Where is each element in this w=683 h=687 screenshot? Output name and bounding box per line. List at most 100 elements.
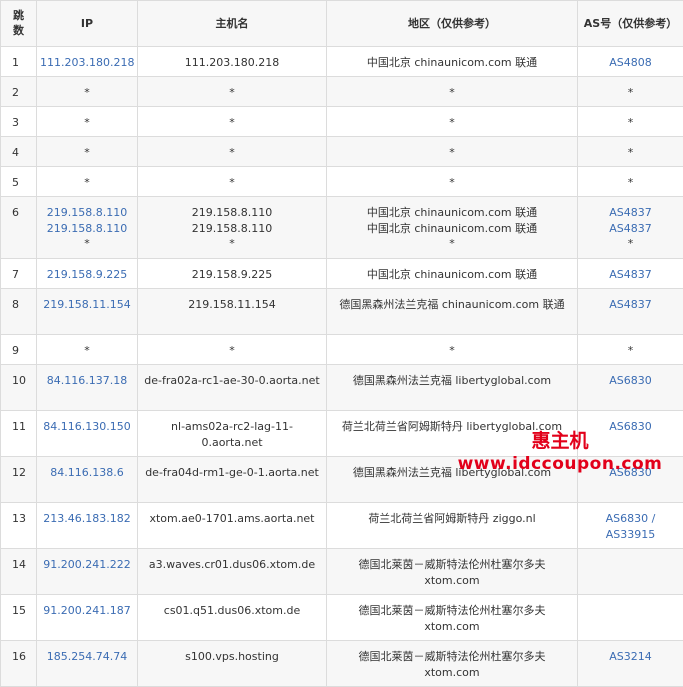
ip-cell: * [37, 107, 138, 137]
hop-number: 1 [12, 56, 19, 69]
hop-number: 5 [12, 176, 19, 189]
as-text: * [581, 85, 680, 101]
traceroute-table: 跳数 IP 主机名 地区（仅供参考） AS号（仅供参考） 1111.203.18… [0, 0, 683, 687]
hostname-cell: 219.158.8.110219.158.8.110* [138, 197, 327, 259]
ip-text: * [40, 115, 134, 131]
region-cell: 荷兰北荷兰省阿姆斯特丹 libertyglobal.com [327, 411, 578, 457]
hostname-cell: 219.158.9.225 [138, 259, 327, 289]
header-region: 地区（仅供参考） [327, 1, 578, 47]
host-text: a3.waves.cr01.dus06.xtom.de [141, 557, 323, 573]
as-cell [578, 595, 683, 641]
hostname-cell: * [138, 137, 327, 167]
ip-link[interactable]: 213.46.183.182 [40, 511, 134, 527]
table-row: 2**** [1, 77, 683, 107]
table-row: 1491.200.241.222 a3.waves.cr01.dus06.xtom… [1, 549, 683, 595]
hostname-cell: nl-ams02a-rc2-lag-11-0.aorta.net [138, 411, 327, 457]
region-text: xtom.com [330, 573, 574, 589]
ip-link[interactable]: 84.116.130.150 [40, 419, 134, 435]
as-link[interactable]: AS4837 [581, 297, 680, 313]
ip-cell: 111.203.180.218 [37, 47, 138, 77]
ip-cell: 219.158.8.110219.158.8.110* [37, 197, 138, 259]
as-link[interactable]: AS4837 [581, 267, 680, 283]
as-cell: * [578, 335, 683, 365]
ip-link[interactable]: 111.203.180.218 [40, 55, 134, 71]
as-link[interactable]: AS6830 / [581, 511, 680, 527]
table-row: 1084.116.137.18de-fra02a-rc1-ae-30-0.aor… [1, 365, 683, 411]
hop-number: 7 [12, 268, 19, 281]
hop-number: 4 [12, 146, 19, 159]
hop-cell: 9 [1, 335, 37, 365]
ip-link[interactable]: 84.116.138.6 [40, 465, 134, 481]
as-link[interactable]: AS4837 [581, 205, 680, 221]
table-row: 9**** [1, 335, 683, 365]
ip-cell: 84.116.138.6 [37, 457, 138, 503]
region-cell: 德国北莱茵－威斯特法伦州杜塞尔多夫xtom.com [327, 595, 578, 641]
hop-cell: 6 [1, 197, 37, 259]
ip-link[interactable]: 91.200.241.187 [40, 603, 134, 619]
hop-number: 9 [12, 344, 19, 357]
hop-number: 8 [12, 298, 19, 311]
ip-link[interactable]: 219.158.9.225 [40, 267, 134, 283]
as-text: * [581, 115, 680, 131]
region-text: * [330, 175, 574, 191]
region-text: 中国北京 chinaunicom.com 联通 [330, 55, 574, 71]
region-text: 荷兰北荷兰省阿姆斯特丹 ziggo.nl [330, 511, 574, 527]
hop-cell: 14 [1, 549, 37, 595]
ip-text: * [40, 85, 134, 101]
ip-link[interactable]: 219.158.8.110 [40, 205, 134, 221]
region-text: * [330, 236, 574, 252]
host-text: s100.vps.hosting [141, 649, 323, 665]
hop-number: 16 [12, 650, 26, 663]
ip-text: * [40, 175, 134, 191]
ip-cell: 219.158.9.225 [37, 259, 138, 289]
region-text: 德国黑森州法兰克福 libertyglobal.com [330, 465, 574, 481]
hop-cell: 7 [1, 259, 37, 289]
host-text: * [141, 236, 323, 252]
hostname-cell: * [138, 335, 327, 365]
host-text: 219.158.8.110 [141, 221, 323, 237]
ip-cell: * [37, 335, 138, 365]
host-text: 111.203.180.218 [141, 55, 323, 71]
region-text: * [330, 145, 574, 161]
as-link[interactable]: AS4837 [581, 221, 680, 237]
hostname-cell: 111.203.180.218 [138, 47, 327, 77]
ip-link[interactable]: 84.116.137.18 [40, 373, 134, 389]
host-text: 219.158.9.225 [141, 267, 323, 283]
host-text: 0.aorta.net [141, 435, 323, 451]
host-text: de-fra02a-rc1-ae-30-0.aorta.net [141, 373, 323, 389]
region-text: 中国北京 chinaunicom.com 联通 [330, 267, 574, 283]
hop-cell: 8 [1, 289, 37, 335]
as-cell: AS4808 [578, 47, 683, 77]
header-hostname: 主机名 [138, 1, 327, 47]
host-text: * [141, 343, 323, 359]
ip-link[interactable]: 185.254.74.74 [40, 649, 134, 665]
ip-link[interactable]: 219.158.8.110 [40, 221, 134, 237]
host-text: * [141, 85, 323, 101]
as-link[interactable]: AS6830 [581, 465, 680, 481]
ip-link[interactable]: 219.158.11.154 [40, 297, 134, 313]
as-cell: AS6830 [578, 365, 683, 411]
as-link[interactable]: AS4808 [581, 55, 680, 71]
hop-cell: 5 [1, 167, 37, 197]
table-row: 7 219.158.9.225 219.158.9.225 中国北京 chinauni… [1, 259, 683, 289]
hostname-cell: xtom.ae0-1701.ams.aorta.net [138, 503, 327, 549]
host-text: * [141, 145, 323, 161]
region-cell: 德国黑森州法兰克福 libertyglobal.com [327, 457, 578, 503]
as-link[interactable]: AS6830 [581, 373, 680, 389]
as-text: * [581, 236, 680, 252]
hop-number: 2 [12, 86, 19, 99]
hop-cell: 3 [1, 107, 37, 137]
hostname-cell: * [138, 107, 327, 137]
hop-cell: 15 [1, 595, 37, 641]
as-cell: AS6830 [578, 411, 683, 457]
region-text: 德国北莱茵－威斯特法伦州杜塞尔多夫 [330, 557, 574, 573]
as-cell: AS4837AS4837* [578, 197, 683, 259]
as-link[interactable]: AS3214 [581, 649, 680, 665]
region-text: * [330, 343, 574, 359]
region-cell: 中国北京 chinaunicom.com 联通 [327, 259, 578, 289]
ip-link[interactable]: 91.200.241.222 [40, 557, 134, 573]
as-link[interactable]: AS33915 [581, 527, 680, 543]
hop-cell: 1 [1, 47, 37, 77]
as-link[interactable]: AS6830 [581, 419, 680, 435]
as-cell: AS4837 [578, 289, 683, 335]
